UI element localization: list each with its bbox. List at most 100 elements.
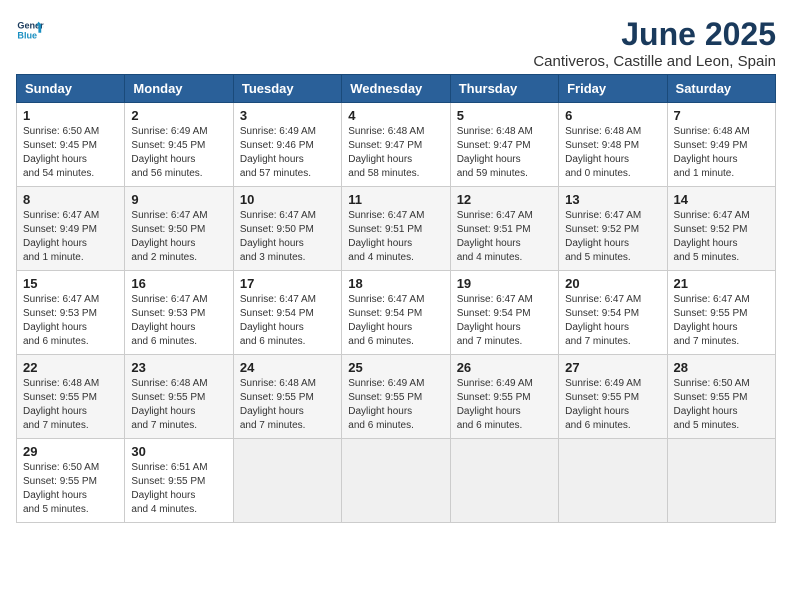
table-row: 5 Sunrise: 6:48 AMSunset: 9:47 PMDaylight… — [450, 103, 558, 187]
day-number: 14 — [674, 192, 769, 207]
table-row: 17 Sunrise: 6:47 AMSunset: 9:54 PMDayligh… — [233, 271, 341, 355]
page-header: General Blue June 2025 Cantiveros, Casti… — [16, 16, 776, 70]
day-number: 17 — [240, 276, 335, 291]
day-number: 21 — [674, 276, 769, 291]
day-info: Sunrise: 6:50 AMSunset: 9:45 PMDaylight … — [23, 125, 118, 181]
day-info: Sunrise: 6:49 AMSunset: 9:55 PMDaylight … — [457, 377, 552, 433]
day-number: 30 — [131, 444, 226, 459]
day-number: 20 — [565, 276, 660, 291]
day-number: 4 — [348, 108, 443, 123]
day-number: 28 — [674, 360, 769, 375]
table-row: 23Sunrise: 6:48 AMSunset: 9:55 PMDayligh… — [125, 355, 233, 439]
day-number: 19 — [457, 276, 552, 291]
table-row: 28 Sunrise: 6:50 AMSunset: 9:55 PMDayligh… — [667, 355, 775, 439]
day-info: Sunrise: 6:47 AMSunset: 9:50 PMDaylight … — [240, 209, 335, 265]
day-number: 1 — [23, 108, 118, 123]
table-row: 19 Sunrise: 6:47 AMSunset: 9:54 PMDayligh… — [450, 271, 558, 355]
day-info: Sunrise: 6:47 AMSunset: 9:55 PMDaylight … — [674, 293, 769, 349]
table-row: 12 Sunrise: 6:47 AMSunset: 9:51 PMDayligh… — [450, 187, 558, 271]
day-number: 9 — [131, 192, 226, 207]
day-info: Sunrise: 6:47 AMSunset: 9:51 PMDaylight … — [348, 209, 443, 265]
day-number: 8 — [23, 192, 118, 207]
day-number: 29 — [23, 444, 118, 459]
day-number: 3 — [240, 108, 335, 123]
table-row: 22Sunrise: 6:48 AMSunset: 9:55 PMDayligh… — [17, 355, 125, 439]
day-info: Sunrise: 6:47 AMSunset: 9:54 PMDaylight … — [240, 293, 335, 349]
table-row: 14 Sunrise: 6:47 AMSunset: 9:52 PMDayligh… — [667, 187, 775, 271]
table-row: 1 Sunrise: 6:50 AMSunset: 9:45 PMDaylight… — [17, 103, 125, 187]
title-area: June 2025 Cantiveros, Castille and Leon,… — [533, 16, 776, 70]
day-number: 24 — [240, 360, 335, 375]
day-info: Sunrise: 6:47 AMSunset: 9:53 PMDaylight … — [23, 293, 118, 349]
day-info: Sunrise: 6:47 AMSunset: 9:54 PMDaylight … — [348, 293, 443, 349]
header-wednesday: Wednesday — [342, 75, 450, 103]
table-row: 21 Sunrise: 6:47 AMSunset: 9:55 PMDayligh… — [667, 271, 775, 355]
day-number: 18 — [348, 276, 443, 291]
day-number: 12 — [457, 192, 552, 207]
day-info: Sunrise: 6:49 AMSunset: 9:55 PMDaylight … — [348, 377, 443, 433]
day-number: 23 — [131, 360, 226, 375]
table-row: 11 Sunrise: 6:47 AMSunset: 9:51 PMDayligh… — [342, 187, 450, 271]
table-row: 15 Sunrise: 6:47 AMSunset: 9:53 PMDayligh… — [17, 271, 125, 355]
table-row: 8 Sunrise: 6:47 AMSunset: 9:49 PMDaylight… — [17, 187, 125, 271]
table-row: 3Sunrise: 6:49 AMSunset: 9:46 PMDaylight… — [233, 103, 341, 187]
table-row: 29 Sunrise: 6:50 AMSunset: 9:55 PMDayligh… — [17, 439, 125, 523]
calendar-table: Sunday Monday Tuesday Wednesday Thursday… — [16, 74, 776, 523]
calendar-week-2: 8 Sunrise: 6:47 AMSunset: 9:49 PMDaylight… — [17, 187, 776, 271]
header-saturday: Saturday — [667, 75, 775, 103]
table-row: 16Sunrise: 6:47 AMSunset: 9:53 PMDayligh… — [125, 271, 233, 355]
day-number: 26 — [457, 360, 552, 375]
logo-icon: General Blue — [16, 16, 44, 44]
table-row — [667, 439, 775, 523]
day-info: Sunrise: 6:48 AMSunset: 9:49 PMDaylight … — [674, 125, 769, 181]
day-info: Sunrise: 6:47 AMSunset: 9:52 PMDaylight … — [674, 209, 769, 265]
day-number: 5 — [457, 108, 552, 123]
table-row: 7 Sunrise: 6:48 AMSunset: 9:49 PMDaylight… — [667, 103, 775, 187]
table-row — [233, 439, 341, 523]
day-number: 22 — [23, 360, 118, 375]
table-row: 30Sunrise: 6:51 AMSunset: 9:55 PMDayligh… — [125, 439, 233, 523]
day-number: 7 — [674, 108, 769, 123]
day-info: Sunrise: 6:47 AMSunset: 9:51 PMDaylight … — [457, 209, 552, 265]
table-row: 2Sunrise: 6:49 AMSunset: 9:45 PMDaylight… — [125, 103, 233, 187]
table-row — [559, 439, 667, 523]
day-info: Sunrise: 6:49 AMSunset: 9:55 PMDaylight … — [565, 377, 660, 433]
table-row: 6Sunrise: 6:48 AMSunset: 9:48 PMDaylight… — [559, 103, 667, 187]
table-row — [342, 439, 450, 523]
day-number: 27 — [565, 360, 660, 375]
page-subtitle: Cantiveros, Castille and Leon, Spain — [533, 53, 776, 70]
day-number: 11 — [348, 192, 443, 207]
page-title: June 2025 — [533, 16, 776, 53]
day-info: Sunrise: 6:48 AMSunset: 9:47 PMDaylight … — [348, 125, 443, 181]
calendar-header-row: Sunday Monday Tuesday Wednesday Thursday… — [17, 75, 776, 103]
day-info: Sunrise: 6:48 AMSunset: 9:47 PMDaylight … — [457, 125, 552, 181]
day-number: 25 — [348, 360, 443, 375]
day-info: Sunrise: 6:47 AMSunset: 9:52 PMDaylight … — [565, 209, 660, 265]
table-row: 9 Sunrise: 6:47 AMSunset: 9:50 PMDaylight… — [125, 187, 233, 271]
calendar-week-5: 29 Sunrise: 6:50 AMSunset: 9:55 PMDayligh… — [17, 439, 776, 523]
svg-text:Blue: Blue — [17, 30, 37, 40]
day-number: 13 — [565, 192, 660, 207]
day-info: Sunrise: 6:48 AMSunset: 9:55 PMDaylight … — [240, 377, 335, 433]
day-info: Sunrise: 6:50 AMSunset: 9:55 PMDaylight … — [674, 377, 769, 433]
day-number: 15 — [23, 276, 118, 291]
table-row: 20 Sunrise: 6:47 AMSunset: 9:54 PMDayligh… — [559, 271, 667, 355]
header-thursday: Thursday — [450, 75, 558, 103]
calendar-week-3: 15 Sunrise: 6:47 AMSunset: 9:53 PMDayligh… — [17, 271, 776, 355]
header-friday: Friday — [559, 75, 667, 103]
calendar-week-4: 22 Sunrise: 6:48 AMSunset: 9:55 PMDayligh… — [17, 355, 776, 439]
day-info: Sunrise: 6:47 AMSunset: 9:54 PMDaylight … — [565, 293, 660, 349]
table-row: 25 Sunrise: 6:49 AMSunset: 9:55 PMDayligh… — [342, 355, 450, 439]
day-info: Sunrise: 6:50 AMSunset: 9:55 PMDaylight … — [23, 461, 118, 517]
calendar-week-1: 1 Sunrise: 6:50 AMSunset: 9:45 PMDaylight… — [17, 103, 776, 187]
day-info: Sunrise: 6:47 AMSunset: 9:54 PMDaylight … — [457, 293, 552, 349]
day-number: 6 — [565, 108, 660, 123]
day-number: 16 — [131, 276, 226, 291]
day-info: Sunrise: 6:47 AMSunset: 9:50 PMDaylight … — [131, 209, 226, 265]
table-row: 4 Sunrise: 6:48 AMSunset: 9:47 PMDaylight… — [342, 103, 450, 187]
header-sunday: Sunday — [17, 75, 125, 103]
table-row: 18 Sunrise: 6:47 AMSunset: 9:54 PMDayligh… — [342, 271, 450, 355]
table-row — [450, 439, 558, 523]
day-info: Sunrise: 6:47 AMSunset: 9:49 PMDaylight … — [23, 209, 118, 265]
day-number: 10 — [240, 192, 335, 207]
